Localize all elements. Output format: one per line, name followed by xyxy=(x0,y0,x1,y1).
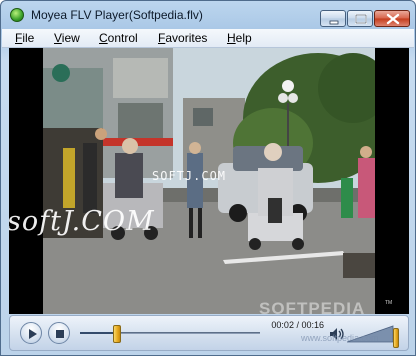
seek-thumb[interactable] xyxy=(113,325,121,343)
menu-bar: File View Control Favorites Help xyxy=(2,29,414,48)
stop-button[interactable] xyxy=(48,322,70,344)
app-window: Moyea FLV Player(Softpedia.flv) File Vie… xyxy=(0,0,416,356)
maximize-icon xyxy=(355,14,367,24)
menu-favorites[interactable]: Favorites xyxy=(158,31,207,45)
softpedia-url: www.softpedia.com xyxy=(301,333,379,343)
time-display: 00:02 / 00:16 xyxy=(260,320,324,330)
watermark-large: softJ.COM xyxy=(9,206,155,237)
menu-control[interactable]: Control xyxy=(99,31,138,45)
volume-thumb[interactable] xyxy=(393,328,399,348)
menu-help[interactable]: Help xyxy=(227,31,252,45)
play-button[interactable] xyxy=(20,322,42,344)
seek-progress xyxy=(80,332,117,334)
watermark-small: SOFTJ.COM xyxy=(152,169,227,183)
time-total: 00:16 xyxy=(301,320,324,330)
play-icon xyxy=(29,329,37,339)
title-bar[interactable]: Moyea FLV Player(Softpedia.flv) xyxy=(1,1,415,29)
seek-bar[interactable] xyxy=(80,325,260,343)
window-title: Moyea FLV Player(Softpedia.flv) xyxy=(31,8,203,22)
stop-icon xyxy=(56,330,64,338)
menu-view[interactable]: View xyxy=(54,31,80,45)
minimize-button[interactable] xyxy=(320,10,346,27)
time-current: 00:02 xyxy=(271,320,294,330)
minimize-icon xyxy=(329,20,339,25)
trademark-mark: TM xyxy=(385,300,393,306)
close-button[interactable] xyxy=(374,10,410,27)
video-area[interactable]: softJ.COM SOFTJ.COM xyxy=(9,48,409,314)
close-icon xyxy=(386,13,400,25)
app-icon[interactable] xyxy=(10,8,24,22)
menu-file[interactable]: File xyxy=(15,31,34,45)
maximize-button[interactable] xyxy=(347,10,373,27)
